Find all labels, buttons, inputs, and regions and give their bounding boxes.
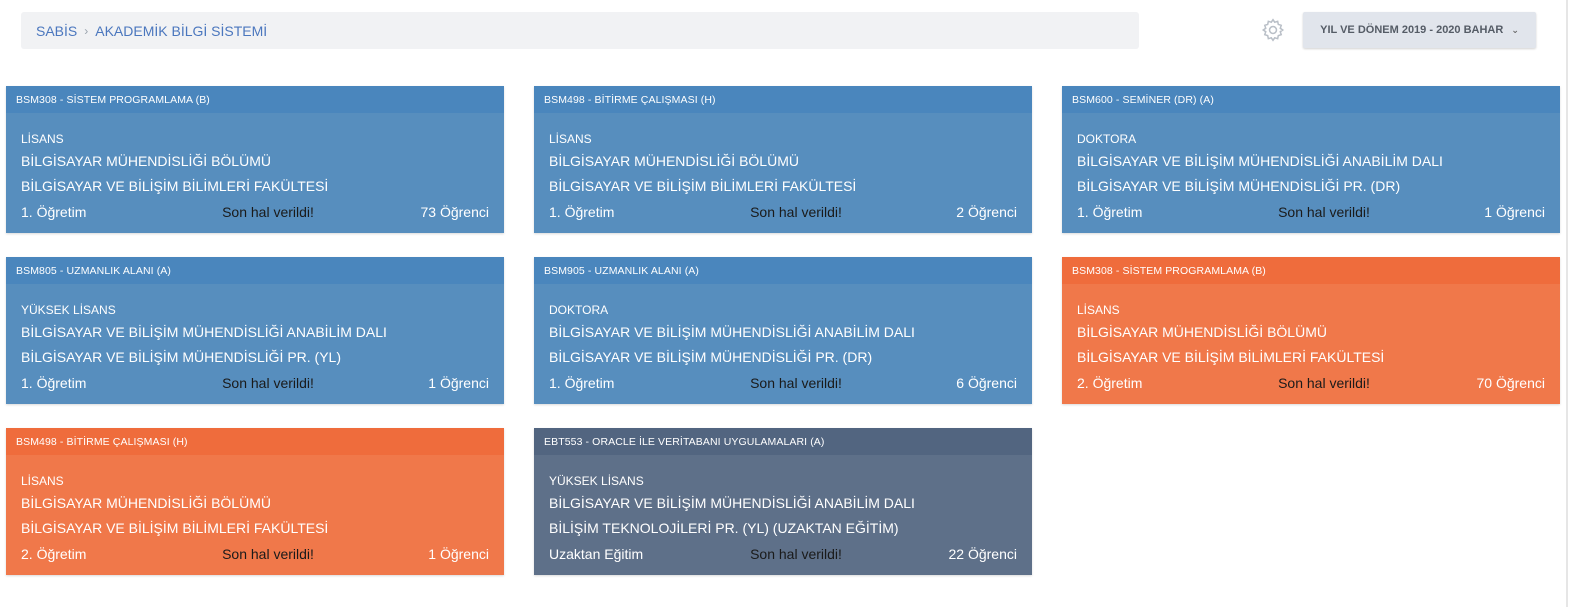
education-type: 2. Öğretim	[21, 546, 87, 562]
course-card-title[interactable]: BSM498 - BİTİRME ÇALIŞMASI (H)	[6, 428, 504, 455]
department-name: BİLGİSAYAR MÜHENDİSLİĞİ BÖLÜMÜ	[1077, 324, 1327, 340]
course-card[interactable]: EBT553 - ORACLE İLE VERİTABANI UYGULAMAL…	[534, 428, 1032, 575]
course-card-title[interactable]: EBT553 - ORACLE İLE VERİTABANI UYGULAMAL…	[534, 428, 1032, 455]
department-name: BİLGİSAYAR MÜHENDİSLİĞİ BÖLÜMÜ	[21, 495, 271, 511]
course-card-title[interactable]: BSM308 - SİSTEM PROGRAMLAMA (B)	[6, 86, 504, 113]
year-term-dropdown[interactable]: YIL VE DÖNEM 2019 - 2020 BAHAR ⌄	[1303, 12, 1536, 48]
education-type: 1. Öğretim	[549, 375, 615, 391]
course-card[interactable]: BSM498 - BİTİRME ÇALIŞMASI (H) LİSANS Bİ…	[6, 428, 504, 575]
course-level: LİSANS	[21, 132, 64, 146]
status-text: Son hal verildi!	[1278, 375, 1370, 391]
faculty-name: BİLGİSAYAR VE BİLİŞİM MÜHENDİSLİĞİ PR. (…	[21, 349, 342, 365]
education-type: 1. Öğretim	[21, 204, 87, 220]
student-count: 73 Öğrenci	[420, 204, 489, 220]
course-card-footer: 1. Öğretim Son hal verildi! 1 Öğrenci	[1077, 199, 1545, 226]
course-level: YÜKSEK LİSANS	[549, 474, 644, 488]
education-type: 1. Öğretim	[21, 375, 87, 391]
course-card-footer: 2. Öğretim Son hal verildi! 70 Öğrenci	[1077, 370, 1545, 397]
gear-icon[interactable]	[1260, 17, 1286, 43]
course-card-footer: 1. Öğretim Son hal verildi! 1 Öğrenci	[21, 370, 489, 397]
course-card-title[interactable]: BSM905 - UZMANLIK ALANI (A)	[534, 257, 1032, 284]
course-card-title[interactable]: BSM498 - BİTİRME ÇALIŞMASI (H)	[534, 86, 1032, 113]
course-level: LİSANS	[1077, 303, 1120, 317]
department-name: BİLGİSAYAR VE BİLİŞİM MÜHENDİSLİĞİ ANABİ…	[549, 495, 915, 511]
year-term-label: YIL VE DÖNEM 2019 - 2020 BAHAR	[1320, 24, 1504, 36]
department-name: BİLGİSAYAR VE BİLİŞİM MÜHENDİSLİĞİ ANABİ…	[549, 324, 915, 340]
department-name: BİLGİSAYAR MÜHENDİSLİĞİ BÖLÜMÜ	[21, 153, 271, 169]
faculty-name: BİLGİSAYAR VE BİLİŞİM BİLİMLERİ FAKÜLTES…	[21, 178, 329, 194]
student-count: 1 Öğrenci	[428, 546, 489, 562]
student-count: 1 Öğrenci	[1484, 204, 1545, 220]
course-level: DOKTORA	[1077, 132, 1137, 146]
status-text: Son hal verildi!	[1278, 204, 1370, 220]
course-card-footer: 1. Öğretim Son hal verildi! 2 Öğrenci	[549, 199, 1017, 226]
status-text: Son hal verildi!	[222, 375, 314, 391]
status-text: Son hal verildi!	[222, 546, 314, 562]
education-type: 2. Öğretim	[1077, 375, 1143, 391]
student-count: 70 Öğrenci	[1476, 375, 1545, 391]
course-card-title[interactable]: BSM600 - SEMİNER (DR) (A)	[1062, 86, 1560, 113]
department-name: BİLGİSAYAR VE BİLİŞİM MÜHENDİSLİĞİ ANABİ…	[1077, 153, 1443, 169]
student-count: 2 Öğrenci	[956, 204, 1017, 220]
student-count: 6 Öğrenci	[956, 375, 1017, 391]
education-type: 1. Öğretim	[549, 204, 615, 220]
course-card[interactable]: BSM498 - BİTİRME ÇALIŞMASI (H) LİSANS Bİ…	[534, 86, 1032, 233]
department-name: BİLGİSAYAR VE BİLİŞİM MÜHENDİSLİĞİ ANABİ…	[21, 324, 387, 340]
course-card[interactable]: BSM308 - SİSTEM PROGRAMLAMA (B) LİSANS B…	[6, 86, 504, 233]
course-card-title[interactable]: BSM805 - UZMANLIK ALANI (A)	[6, 257, 504, 284]
course-level: YÜKSEK LİSANS	[21, 303, 116, 317]
course-card-title[interactable]: BSM308 - SİSTEM PROGRAMLAMA (B)	[1062, 257, 1560, 284]
scrollbar[interactable]	[1566, 0, 1568, 607]
status-text: Son hal verildi!	[750, 375, 842, 391]
student-count: 22 Öğrenci	[948, 546, 1017, 562]
faculty-name: BİLGİSAYAR VE BİLİŞİM BİLİMLERİ FAKÜLTES…	[549, 178, 857, 194]
breadcrumb-root-link[interactable]: SABİS	[36, 23, 77, 39]
breadcrumb: SABİS › AKADEMİK BİLGİ SİSTEMİ	[21, 12, 1139, 49]
course-card[interactable]: BSM805 - UZMANLIK ALANI (A) YÜKSEK LİSAN…	[6, 257, 504, 404]
status-text: Son hal verildi!	[222, 204, 314, 220]
student-count: 1 Öğrenci	[428, 375, 489, 391]
chevron-down-icon: ⌄	[1511, 24, 1519, 35]
course-card[interactable]: BSM905 - UZMANLIK ALANI (A) DOKTORA BİLG…	[534, 257, 1032, 404]
status-text: Son hal verildi!	[750, 204, 842, 220]
breadcrumb-separator: ›	[84, 23, 89, 38]
department-name: BİLGİSAYAR MÜHENDİSLİĞİ BÖLÜMÜ	[549, 153, 799, 169]
course-level: DOKTORA	[549, 303, 609, 317]
faculty-name: BİLİŞİM TEKNOLOJİLERİ PR. (YL) (UZAKTAN …	[549, 520, 899, 536]
course-card-footer: 2. Öğretim Son hal verildi! 1 Öğrenci	[21, 541, 489, 568]
course-card[interactable]: BSM600 - SEMİNER (DR) (A) DOKTORA BİLGİS…	[1062, 86, 1560, 233]
course-card-footer: Uzaktan Eğitim Son hal verildi! 22 Öğren…	[549, 541, 1017, 568]
course-card[interactable]: BSM308 - SİSTEM PROGRAMLAMA (B) LİSANS B…	[1062, 257, 1560, 404]
education-type: Uzaktan Eğitim	[549, 546, 644, 562]
course-level: LİSANS	[21, 474, 64, 488]
breadcrumb-current-link[interactable]: AKADEMİK BİLGİ SİSTEMİ	[95, 23, 267, 39]
faculty-name: BİLGİSAYAR VE BİLİŞİM MÜHENDİSLİĞİ PR. (…	[1077, 178, 1401, 194]
faculty-name: BİLGİSAYAR VE BİLİŞİM MÜHENDİSLİĞİ PR. (…	[549, 349, 873, 365]
education-type: 1. Öğretim	[1077, 204, 1143, 220]
course-card-footer: 1. Öğretim Son hal verildi! 6 Öğrenci	[549, 370, 1017, 397]
course-card-footer: 1. Öğretim Son hal verildi! 73 Öğrenci	[21, 199, 489, 226]
faculty-name: BİLGİSAYAR VE BİLİŞİM BİLİMLERİ FAKÜLTES…	[1077, 349, 1385, 365]
status-text: Son hal verildi!	[750, 546, 842, 562]
course-level: LİSANS	[549, 132, 592, 146]
faculty-name: BİLGİSAYAR VE BİLİŞİM BİLİMLERİ FAKÜLTES…	[21, 520, 329, 536]
